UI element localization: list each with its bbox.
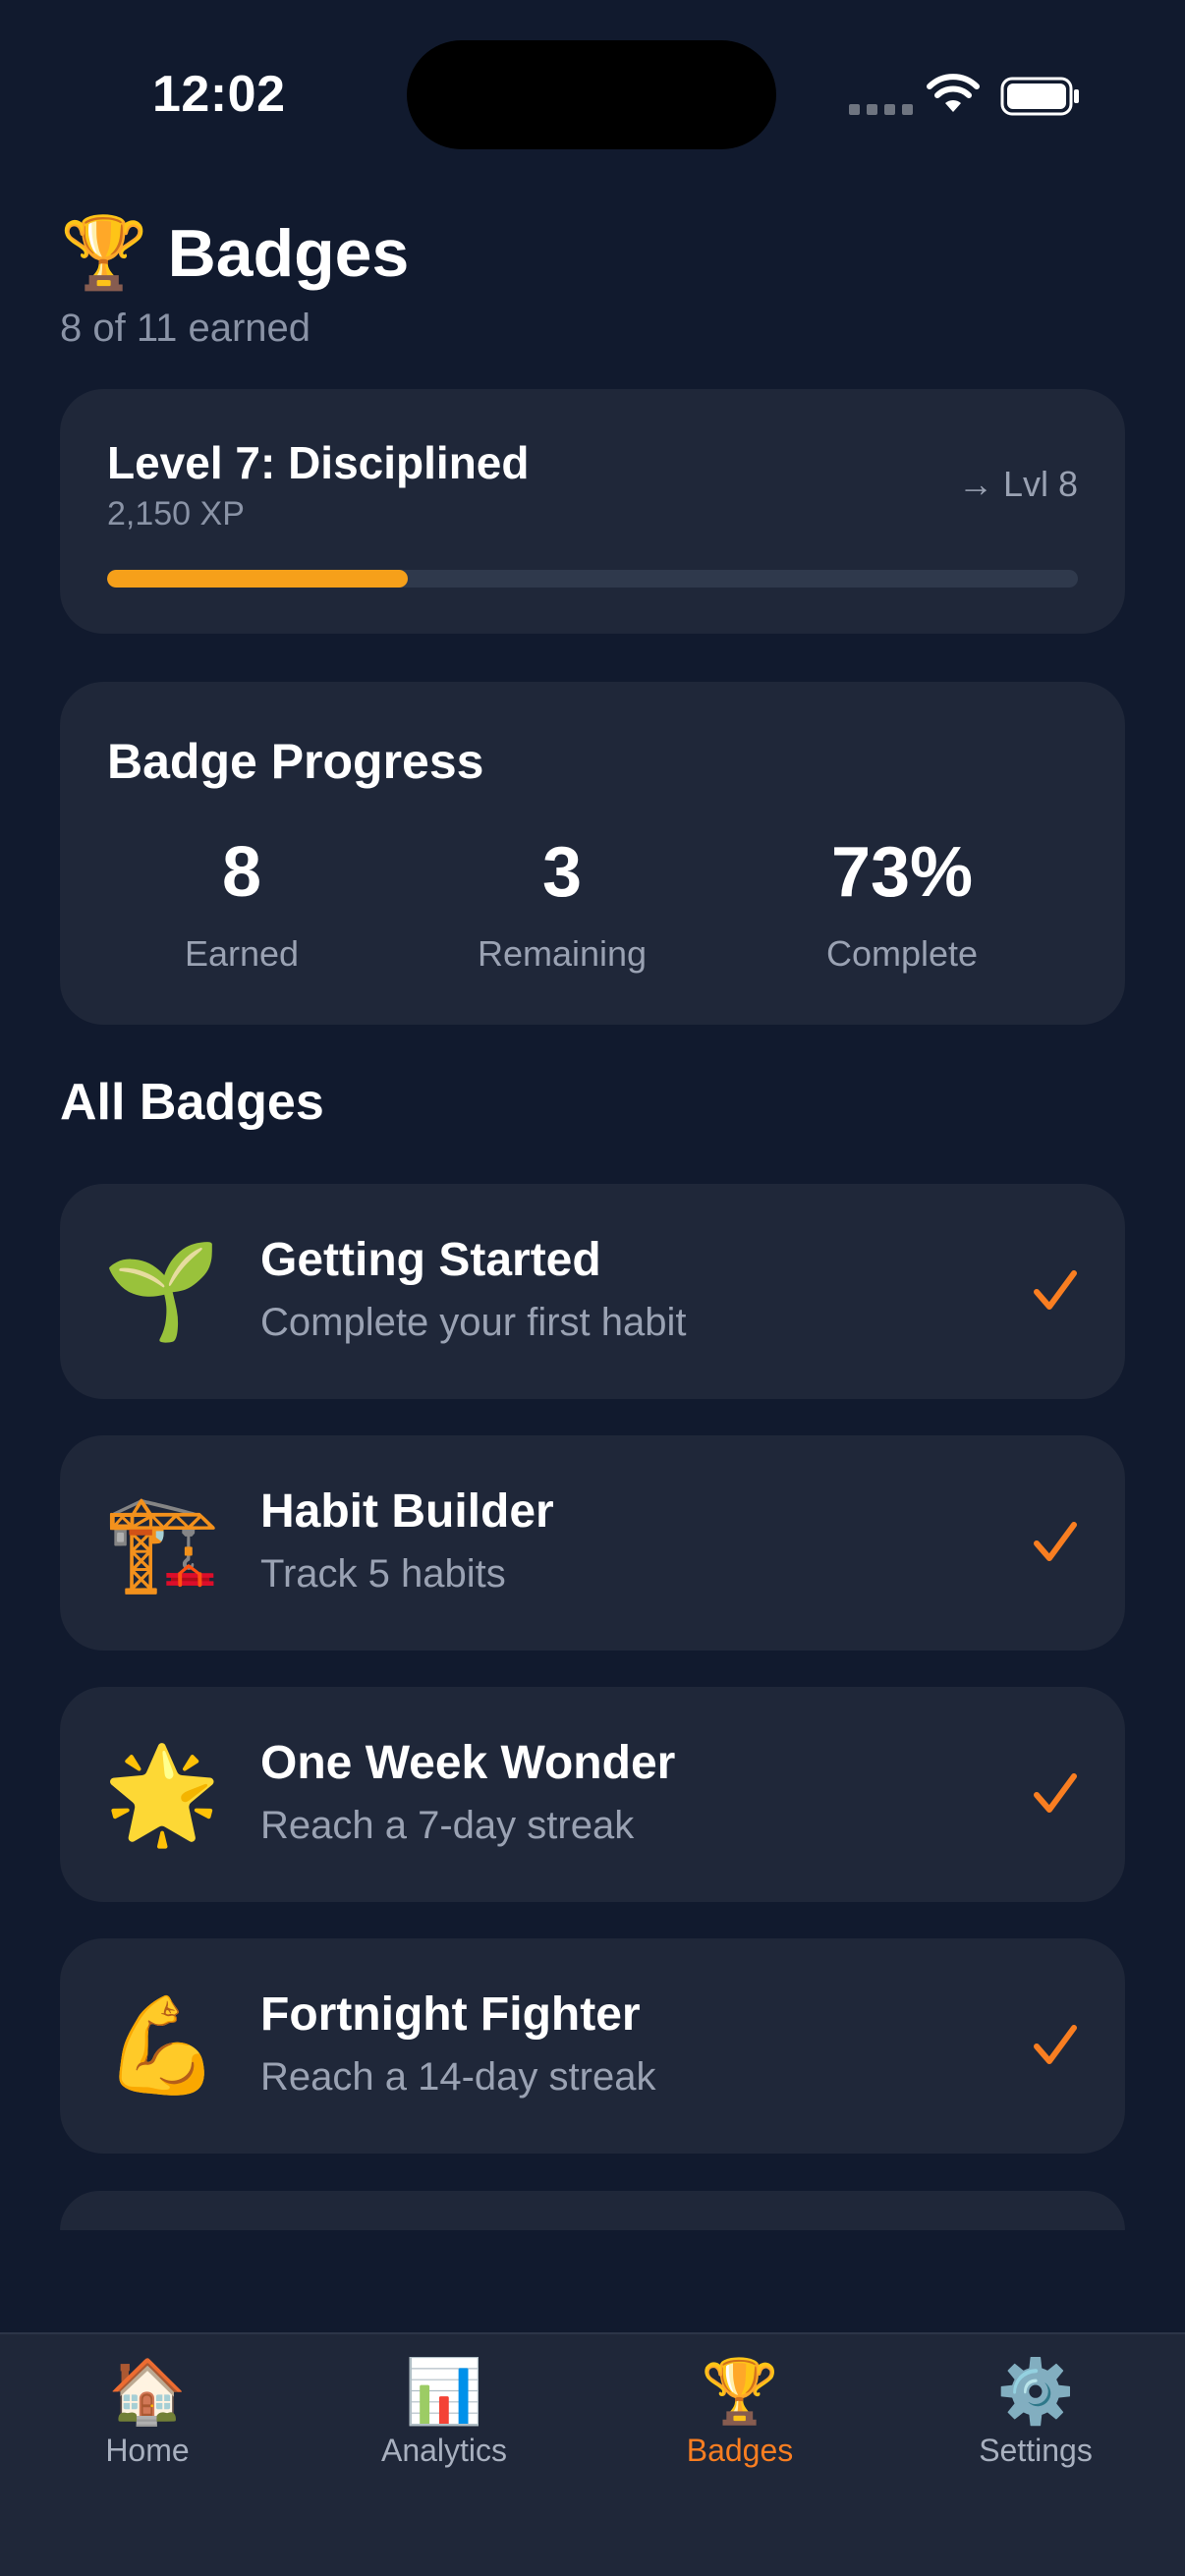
trophy-icon: 🏆 — [60, 214, 148, 293]
level-title: Level 7: Disciplined — [107, 437, 530, 488]
badge-item[interactable]: 🏗️ Habit Builder Track 5 habits — [60, 1435, 1125, 1651]
badge-item[interactable]: 💪 Fortnight Fighter Reach a 14-day strea… — [60, 1938, 1125, 2154]
tab-label: Analytics — [380, 2433, 508, 2468]
stat-complete-label: Complete — [825, 933, 979, 974]
trophy-icon: 🏆 — [701, 2356, 779, 2427]
level-progress-fill — [107, 570, 409, 588]
badge-title: Fortnight Fighter — [260, 1988, 641, 2041]
badge-text: One Week Wonder Reach a 7-day streak — [260, 1736, 675, 1848]
gear-icon: ⚙️ — [996, 2356, 1075, 2427]
checkmark-icon — [1034, 1522, 1077, 1561]
all-badges-heading: All Badges — [60, 1074, 324, 1131]
stat-complete: 73% Complete — [774, 837, 1030, 975]
tab-home[interactable]: 🏠 Home — [39, 2360, 255, 2469]
tab-badges[interactable]: 🏆 Badges — [632, 2360, 848, 2469]
stat-complete-value: 73% — [830, 833, 974, 912]
next-level-label: → Lvl 8 — [957, 464, 1078, 504]
dynamic-island — [407, 40, 776, 149]
page-subtitle: 8 of 11 earned — [60, 307, 311, 350]
stat-remaining: 3 Remaining — [434, 837, 690, 975]
tab-bar: 🏠 Home 📊 Analytics 🏆 Badges ⚙️ Settings — [0, 2332, 1185, 2576]
badge-item[interactable]: 🌟 One Week Wonder Reach a 7-day streak — [60, 1687, 1125, 1902]
checkmark-icon — [1034, 1270, 1077, 1310]
badge-item[interactable]: 🌱 Getting Started Complete your first ha… — [60, 1184, 1125, 1399]
stat-remaining-value: 3 — [541, 833, 583, 912]
stat-earned-value: 8 — [221, 833, 262, 912]
status-time: 12:02 — [152, 66, 286, 123]
badge-title: Getting Started — [260, 1234, 601, 1286]
star-icon: 🌟 — [103, 1741, 221, 1847]
badge-description: Complete your first habit — [260, 1301, 687, 1344]
construction-crane-icon: 🏗️ — [103, 1489, 221, 1596]
tab-label: Settings — [979, 2433, 1093, 2468]
checkmark-icon — [1034, 1773, 1077, 1813]
tab-analytics[interactable]: 📊 Analytics — [336, 2360, 552, 2469]
stat-remaining-label: Remaining — [477, 933, 648, 974]
badge-description: Reach a 14-day streak — [260, 2055, 656, 2099]
house-icon: 🏠 — [108, 2356, 187, 2427]
badge-description: Reach a 7-day streak — [260, 1804, 635, 1847]
badge-title: One Week Wonder — [260, 1737, 676, 1789]
level-progress-bar — [107, 570, 1078, 588]
bar-chart-icon: 📊 — [405, 2356, 483, 2427]
battery-icon — [1000, 77, 1079, 116]
badge-progress-card: Badge Progress 8 Earned 3 Remaining 73% … — [60, 682, 1125, 1025]
stat-earned-label: Earned — [184, 933, 300, 974]
badge-text: Habit Builder Track 5 habits — [260, 1484, 554, 1596]
page-title-row: 🏆 Badges — [60, 218, 409, 289]
stat-earned: 8 Earned — [114, 837, 369, 975]
badge-progress-heading: Badge Progress — [107, 734, 484, 789]
badge-item-partial[interactable] — [60, 2191, 1125, 2230]
badge-text: Getting Started Complete your first habi… — [260, 1233, 687, 1345]
level-xp: 2,150 XP — [107, 495, 245, 532]
tab-label: Badges — [686, 2433, 794, 2468]
tab-label: Home — [105, 2433, 190, 2468]
page-header: 🏆 Badges 8 of 11 earned — [60, 218, 409, 351]
status-bar: 12:02 — [0, 0, 1185, 187]
page-title: Badges — [167, 216, 410, 291]
level-card[interactable]: Level 7: Disciplined 2,150 XP → Lvl 8 — [60, 389, 1125, 634]
badge-text: Fortnight Fighter Reach a 14-day streak — [260, 1988, 655, 2100]
wifi-icon — [927, 74, 980, 112]
cellular-signal-icon — [849, 104, 913, 115]
flexed-biceps-icon: 💪 — [103, 1992, 221, 2099]
badge-description: Track 5 habits — [260, 1552, 506, 1596]
badge-title: Habit Builder — [260, 1485, 554, 1538]
checkmark-icon — [1034, 2025, 1077, 2064]
seedling-icon: 🌱 — [103, 1238, 221, 1344]
tab-settings[interactable]: ⚙️ Settings — [928, 2360, 1144, 2469]
